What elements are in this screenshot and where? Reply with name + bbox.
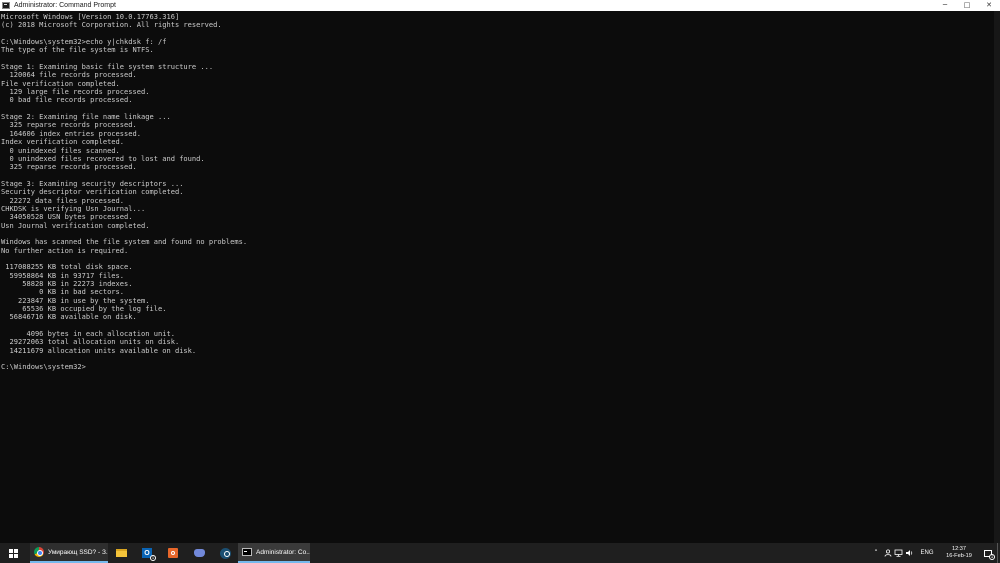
taskbar-item-orange-app[interactable] xyxy=(160,543,186,563)
system-tray: ˄ ENG 12:37 16-Feb-19 1 xyxy=(870,543,1000,563)
people-icon[interactable] xyxy=(882,543,893,563)
start-button[interactable] xyxy=(0,543,26,563)
taskbar-item-command-prompt[interactable]: Administrator: Co... xyxy=(238,543,310,563)
network-icon[interactable] xyxy=(893,543,904,563)
notification-count: 1 xyxy=(989,553,995,560)
window-controls: ─ □ ✕ xyxy=(934,0,1000,11)
notification-icon: 1 xyxy=(984,549,995,560)
steam-icon xyxy=(219,547,231,559)
taskbar-item-file-explorer[interactable] xyxy=(108,543,134,563)
chrome-icon xyxy=(34,547,44,557)
console-scrollbar[interactable] xyxy=(994,11,1000,543)
outlook-badge: 1 xyxy=(150,555,156,561)
taskbar-item-discord[interactable] xyxy=(186,543,212,563)
window-title: Administrator: Command Prompt xyxy=(14,2,116,9)
console-output[interactable]: Microsoft Windows [Version 10.0.17763.31… xyxy=(0,11,994,372)
clock[interactable]: 12:37 16-Feb-19 xyxy=(939,543,979,563)
taskbar-item-label: Умирающ SSD? - З... xyxy=(48,548,108,556)
cmd-icon xyxy=(242,548,252,556)
action-center-button[interactable]: 1 xyxy=(979,543,997,563)
outlook-glyph: O xyxy=(144,549,150,557)
language-indicator[interactable]: ENG xyxy=(915,543,939,563)
console-area[interactable]: Microsoft Windows [Version 10.0.17763.31… xyxy=(0,11,994,543)
volume-icon[interactable] xyxy=(904,543,915,563)
clock-date: 16-Feb-19 xyxy=(946,553,972,559)
clock-time: 12:37 xyxy=(952,546,966,552)
discord-icon xyxy=(193,549,205,557)
taskbar-item-outlook[interactable]: O 1 xyxy=(134,543,160,563)
cmd-icon xyxy=(2,2,10,9)
windows-logo-icon xyxy=(8,548,18,558)
taskbar: Умирающ SSD? - З... O 1 Administrator: C… xyxy=(0,543,1000,563)
minimize-button[interactable]: ─ xyxy=(934,0,956,11)
outlook-icon: O 1 xyxy=(142,548,156,561)
taskbar-item-label: Administrator: Co... xyxy=(256,548,310,556)
title-bar[interactable]: Administrator: Command Prompt ─ □ ✕ xyxy=(0,0,1000,11)
maximize-button[interactable]: □ xyxy=(956,0,978,11)
file-explorer-icon xyxy=(115,549,127,557)
close-button[interactable]: ✕ xyxy=(978,0,1000,11)
taskbar-item-steam[interactable] xyxy=(212,543,238,563)
taskbar-item-chrome[interactable]: Умирающ SSD? - З... xyxy=(30,543,108,563)
orange-app-icon xyxy=(168,548,178,558)
chevron-up-icon[interactable]: ˄ xyxy=(870,543,882,563)
